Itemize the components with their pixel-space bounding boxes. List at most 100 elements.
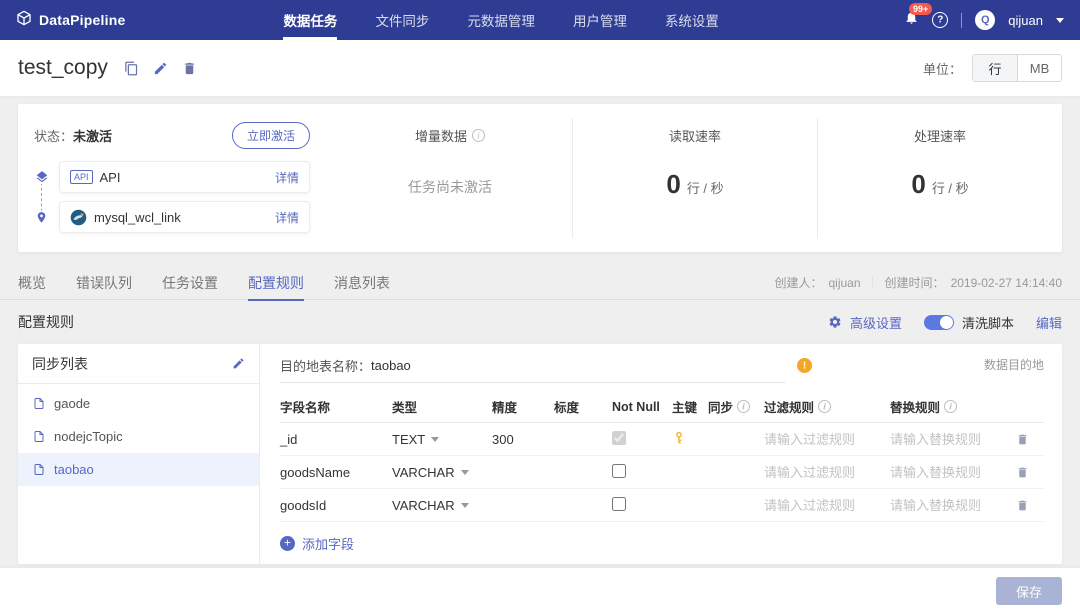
- replace-rule-input[interactable]: [890, 464, 1010, 480]
- col-scale: 标度: [554, 401, 580, 415]
- col-precision: 精度: [492, 401, 518, 415]
- col-primary-key: 主键: [672, 401, 698, 415]
- dest-table-name-input[interactable]: [371, 358, 785, 373]
- dest-node-name: mysql_wcl_link: [94, 209, 181, 225]
- status-label: 状态：: [34, 129, 74, 144]
- col-field-name: 字段名称: [280, 401, 331, 415]
- chevron-down-icon: [460, 469, 469, 475]
- nav-item-system-settings[interactable]: 系统设置: [665, 0, 719, 40]
- source-node-card[interactable]: API API 详情: [59, 161, 310, 193]
- filter-rule-input[interactable]: [764, 497, 884, 513]
- sync-list: gaode nodejcTopic taobao: [18, 387, 259, 486]
- nav-item-metadata[interactable]: 元数据管理: [467, 0, 535, 40]
- api-tag: API: [70, 170, 93, 184]
- advanced-settings-link[interactable]: 高级设置: [850, 313, 902, 332]
- footer-bar: 保存: [0, 568, 1080, 614]
- info-icon[interactable]: [944, 400, 958, 413]
- navbar-right: 99+ Q qijuan: [904, 3, 1064, 30]
- delete-icon[interactable]: [182, 61, 197, 76]
- warning-icon[interactable]: [797, 358, 812, 373]
- creator-label: 创建人：: [774, 276, 823, 290]
- layers-icon: [34, 170, 49, 184]
- add-field-label: 添加字段: [302, 536, 355, 552]
- copy-icon[interactable]: [124, 61, 139, 76]
- creator-value: qijuan: [828, 275, 861, 290]
- type-select[interactable]: TEXT: [392, 432, 492, 447]
- nav-item-data-tasks[interactable]: 数据任务: [283, 0, 338, 40]
- info-icon[interactable]: [818, 400, 832, 413]
- col-not-null: Not Null: [612, 399, 660, 414]
- edit-icon[interactable]: [232, 357, 245, 370]
- save-button[interactable]: 保存: [996, 577, 1062, 605]
- replace-rule-input[interactable]: [890, 497, 1010, 513]
- not-null-checkbox[interactable]: [612, 463, 626, 478]
- tab-config-rules[interactable]: 配置规则: [248, 266, 304, 301]
- not-null-checkbox[interactable]: [612, 430, 626, 445]
- tab-task-settings[interactable]: 任务设置: [162, 266, 218, 300]
- activate-button[interactable]: 立即激活: [231, 122, 310, 149]
- edit-icon[interactable]: [153, 61, 168, 76]
- status-left-panel: 状态： 未激活 立即激活 API API 详情 mysql_wcl_link 详…: [18, 104, 328, 252]
- pipeline-nodes: API API 详情 mysql_wcl_link 详情: [34, 161, 310, 233]
- nav-item-file-sync[interactable]: 文件同步: [375, 0, 429, 40]
- edit-link[interactable]: 编辑: [1036, 313, 1062, 332]
- page-title: test_copy: [18, 56, 108, 79]
- unit-segmented-control: 行 MB: [972, 54, 1062, 82]
- metric-process-unit: 行 / 秒: [931, 181, 969, 196]
- main-nav: 数据任务 文件同步 元数据管理 用户管理 系统设置: [283, 0, 719, 40]
- sync-item-taobao[interactable]: taobao: [18, 453, 259, 486]
- brand[interactable]: DataPipeline: [16, 10, 125, 31]
- tab-overview[interactable]: 概览: [18, 266, 46, 300]
- tab-message-list[interactable]: 消息列表: [334, 266, 390, 300]
- sync-list-title: 同步列表: [32, 355, 88, 372]
- clean-script-label: 清洗脚本: [961, 315, 1014, 331]
- metric-incremental-title: 增量数据: [414, 129, 467, 144]
- notifications-button[interactable]: 99+: [904, 3, 933, 30]
- unit-option-rows[interactable]: 行: [973, 55, 1017, 81]
- metric-process-title: 处理速率: [913, 129, 966, 144]
- file-icon: [33, 463, 45, 476]
- info-icon[interactable]: [737, 400, 751, 413]
- clean-script-toggle[interactable]: [923, 314, 954, 330]
- info-icon[interactable]: [472, 129, 485, 142]
- sync-item-gaode[interactable]: gaode: [18, 387, 259, 420]
- delete-row-icon[interactable]: [1016, 499, 1044, 512]
- source-detail-link[interactable]: 详情: [275, 169, 299, 186]
- replace-rule-input[interactable]: [890, 431, 1010, 447]
- type-select[interactable]: VARCHAR: [392, 465, 492, 480]
- dest-node-card[interactable]: mysql_wcl_link 详情: [59, 201, 310, 233]
- metric-read-title: 读取速率: [668, 129, 721, 144]
- user-menu[interactable]: qijuan: [1008, 13, 1043, 28]
- sync-list-panel: 同步列表 gaode nodejcTopic taobao: [18, 344, 260, 564]
- section-title: 配置规则: [18, 314, 74, 330]
- help-icon[interactable]: [932, 12, 949, 28]
- delete-row-icon[interactable]: [1016, 433, 1044, 446]
- plus-icon: [280, 535, 295, 551]
- add-field-button[interactable]: 添加字段: [280, 522, 1044, 564]
- metric-read-rate: 读取速率 0 行 / 秒: [572, 118, 817, 238]
- brand-logo-icon: [16, 10, 32, 31]
- field-row: _id TEXT 300: [280, 423, 1044, 456]
- avatar[interactable]: Q: [975, 10, 996, 30]
- filter-rule-input[interactable]: [764, 464, 884, 480]
- delete-row-icon[interactable]: [1016, 466, 1044, 479]
- file-icon: [33, 397, 45, 410]
- tab-error-queue[interactable]: 错误队列: [76, 266, 132, 300]
- not-null-checkbox[interactable]: [612, 496, 626, 511]
- gear-icon[interactable]: [828, 315, 842, 329]
- metrics: 增量数据 任务尚未激活 读取速率 0 行 / 秒 处理速率 0 行 / 秒: [328, 104, 1062, 252]
- type-select[interactable]: VARCHAR: [392, 498, 492, 513]
- meta-divider: ｜: [866, 276, 879, 290]
- dest-detail-link[interactable]: 详情: [275, 209, 299, 226]
- field-row: goodsName VARCHAR: [280, 456, 1044, 489]
- col-filter-rule: 过滤规则: [764, 401, 815, 415]
- sync-item-nodejctopic[interactable]: nodejcTopic: [18, 420, 259, 453]
- unit-label: 单位：: [922, 61, 962, 77]
- unit-option-mb[interactable]: MB: [1017, 55, 1061, 81]
- divider: [961, 12, 963, 28]
- precision-value[interactable]: 300: [492, 432, 554, 447]
- nav-item-user-management[interactable]: 用户管理: [573, 0, 627, 40]
- app-root: DataPipeline 数据任务 文件同步 元数据管理 用户管理 系统设置 9…: [0, 0, 1080, 614]
- filter-rule-input[interactable]: [764, 431, 884, 447]
- chevron-down-icon[interactable]: [1056, 17, 1064, 23]
